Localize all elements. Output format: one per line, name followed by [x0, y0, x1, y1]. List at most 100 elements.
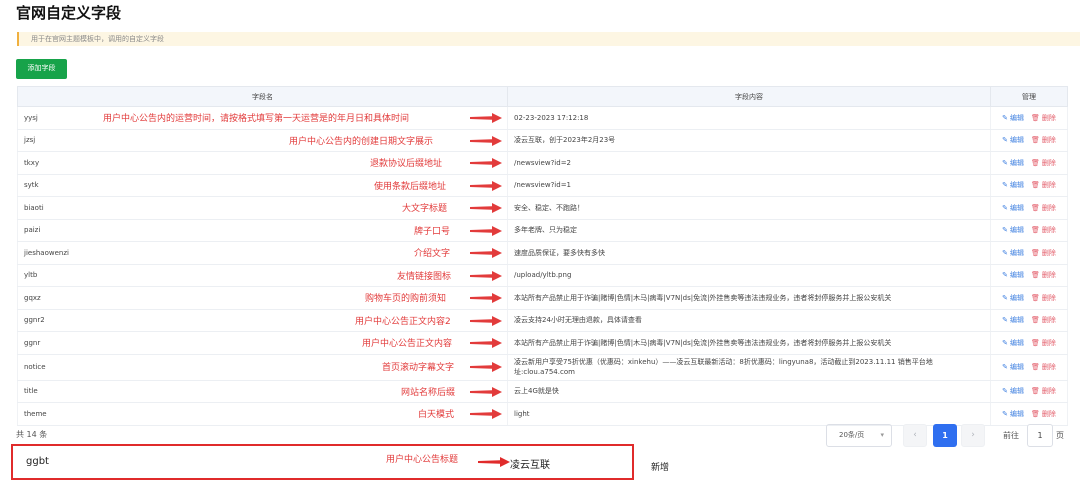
delete-button[interactable]: 🗑 删除	[1031, 226, 1056, 234]
edit-button[interactable]: ✎ 编辑	[1002, 136, 1024, 144]
row-annotation: 友情链接图标	[397, 271, 452, 282]
table-row: paizi 多年老牌、只为稳定 ✎ 编辑 🗑 删除	[17, 219, 1068, 242]
edit-icon: ✎	[1002, 338, 1008, 347]
edit-button[interactable]: ✎ 编辑	[1002, 339, 1024, 347]
table-row: gqxz 本站所有产品禁止用于诈骗|赌博|色情|木马|病毒|V7N|ds|免流|外…	[17, 286, 1068, 310]
edit-icon: ✎	[1002, 203, 1008, 212]
edit-label: 编辑	[1009, 226, 1024, 235]
trash-icon: 🗑	[1030, 248, 1040, 257]
current-page-button[interactable]: 1	[933, 424, 957, 447]
edit-button[interactable]: ✎ 编辑	[1002, 204, 1024, 212]
trash-icon: 🗑	[1030, 136, 1040, 145]
edit-label: 编辑	[1009, 409, 1024, 418]
row-annotation: 网站名称后缀	[401, 387, 456, 398]
edit-button[interactable]: ✎ 编辑	[1002, 363, 1024, 371]
delete-label: 删除	[1041, 363, 1056, 371]
field-value-cell: 安全、稳定、不跑路！	[507, 196, 991, 220]
row-arrow	[470, 270, 502, 281]
row-arrow	[470, 135, 502, 146]
delete-button[interactable]: 🗑 删除	[1031, 363, 1056, 371]
manage-cell: ✎ 编辑 🗑 删除	[990, 402, 1068, 426]
row-annotation: 用户中心公告正文内容2	[355, 316, 451, 327]
edit-label: 编辑	[1009, 248, 1024, 257]
row-arrow	[470, 292, 502, 303]
row-arrow	[470, 247, 502, 258]
delete-label: 删除	[1041, 158, 1056, 167]
field-value-cell: /newsview?id=2	[507, 151, 991, 175]
edit-button[interactable]: ✎ 编辑	[1002, 410, 1024, 418]
new-entry-value: 凌云互联	[510, 460, 550, 471]
page-size-select[interactable]: 20条/页 ▾	[826, 424, 892, 447]
manage-cell: ✎ 编辑 🗑 删除	[990, 196, 1068, 220]
field-value-cell: 02-23-2023 17:12:18	[507, 106, 991, 130]
delete-button[interactable]: 🗑 删除	[1031, 204, 1056, 212]
row-annotation: 首页滚动字幕文字	[382, 363, 455, 373]
trash-icon: 🗑	[1030, 226, 1040, 235]
new-entry-label: 新增	[651, 463, 670, 473]
page-title: 官网自定义字段	[16, 4, 122, 22]
row-arrow	[470, 225, 502, 236]
goto-label: 前往	[1003, 431, 1019, 440]
edit-button[interactable]: ✎ 编辑	[1002, 159, 1024, 167]
trash-icon: 🗑	[1030, 158, 1040, 167]
header-manage: 管理	[990, 86, 1068, 107]
edit-button[interactable]: ✎ 编辑	[1002, 387, 1024, 395]
page-size-value: 20条/页	[839, 431, 865, 439]
edit-label: 编辑	[1009, 387, 1024, 396]
row-arrow	[470, 202, 502, 213]
delete-button[interactable]: 🗑 删除	[1031, 316, 1056, 324]
add-field-button[interactable]: 添加字段	[16, 59, 67, 79]
prev-page-button[interactable]: ‹	[903, 424, 927, 447]
edit-button[interactable]: ✎ 编辑	[1002, 271, 1024, 279]
table-row: jzsj 凌云互联，创于2023年2月23号 ✎ 编辑 🗑 删除	[17, 129, 1068, 152]
delete-button[interactable]: 🗑 删除	[1031, 410, 1056, 418]
edit-icon: ✎	[1002, 409, 1008, 418]
field-value-cell: 云上4G就是快	[507, 380, 991, 403]
edit-icon: ✎	[1002, 158, 1008, 167]
table-row: tkxy/newsview?id=2 ✎ 编辑 🗑 删除	[17, 151, 1068, 175]
edit-button[interactable]: ✎ 编辑	[1002, 249, 1024, 257]
goto-page-input[interactable]	[1027, 424, 1053, 447]
delete-button[interactable]: 🗑 删除	[1031, 159, 1056, 167]
delete-button[interactable]: 🗑 删除	[1031, 294, 1056, 302]
field-value-cell: 凌云支持24小时无理由退款，具体请查看	[507, 309, 991, 332]
delete-label: 删除	[1041, 338, 1056, 347]
manage-cell: ✎ 编辑 🗑 删除	[990, 264, 1068, 287]
delete-label: 删除	[1041, 316, 1056, 325]
edit-icon: ✎	[1002, 248, 1008, 257]
next-page-button[interactable]: ›	[961, 424, 985, 447]
delete-button[interactable]: 🗑 删除	[1031, 181, 1056, 189]
edit-button[interactable]: ✎ 编辑	[1002, 226, 1024, 234]
edit-button[interactable]: ✎ 编辑	[1002, 294, 1024, 302]
manage-cell: ✎ 编辑 🗑 删除	[990, 309, 1068, 332]
field-value-cell: 凌云新用户享受75折优惠（优惠码：xinkehu）——凌云互联最新活动：8折优惠…	[507, 354, 991, 381]
row-arrow	[470, 112, 502, 123]
edit-button[interactable]: ✎ 编辑	[1002, 114, 1024, 122]
edit-icon: ✎	[1002, 387, 1008, 396]
table-row: notice 凌云新用户享受75折优惠（优惠码：xinkehu）——凌云互联最新活…	[17, 354, 1068, 381]
header-field-content: 字段内容	[507, 86, 991, 107]
table-row: theme light ✎ 编辑 🗑 删除	[17, 402, 1068, 426]
delete-button[interactable]: 🗑 删除	[1031, 387, 1056, 395]
row-annotation: 购物车页的购前须知	[365, 293, 447, 304]
edit-label: 编辑	[1009, 316, 1024, 325]
delete-button[interactable]: 🗑 删除	[1031, 114, 1056, 122]
row-annotation: 使用条款后缀地址	[374, 181, 447, 192]
trash-icon: 🗑	[1030, 293, 1040, 302]
delete-button[interactable]: 🗑 删除	[1031, 136, 1056, 144]
row-arrow	[470, 408, 502, 419]
field-value-cell: 多年老牌、只为稳定	[507, 219, 991, 242]
delete-button[interactable]: 🗑 删除	[1031, 339, 1056, 347]
edit-button[interactable]: ✎ 编辑	[1002, 181, 1024, 189]
fields-table: 字段名 字段内容 管理 yysj 02-23-2023 17:12:18 ✎ 编辑 🗑 删…	[17, 86, 1068, 426]
edit-button[interactable]: ✎ 编辑	[1002, 316, 1024, 324]
row-arrow	[470, 386, 502, 397]
manage-cell: ✎ 编辑 🗑 删除	[990, 286, 1068, 310]
edit-label: 编辑	[1009, 203, 1024, 212]
delete-label: 删除	[1041, 181, 1056, 190]
delete-button[interactable]: 🗑 删除	[1031, 271, 1056, 279]
delete-label: 删除	[1041, 409, 1056, 418]
delete-button[interactable]: 🗑 删除	[1031, 249, 1056, 257]
edit-label: 编辑	[1009, 293, 1024, 302]
edit-label: 编辑	[1009, 363, 1024, 371]
